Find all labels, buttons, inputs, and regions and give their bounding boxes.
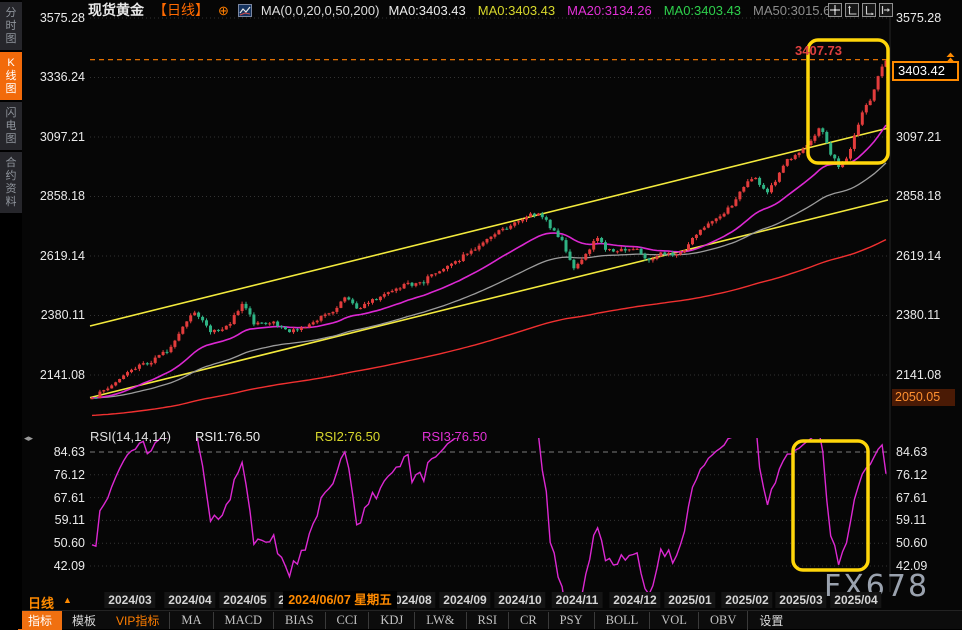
x-axis-label: 2025/04 xyxy=(830,592,881,608)
period-arrow-icon[interactable]: ▲ xyxy=(63,595,72,605)
indicator-button-RSI[interactable]: RSI xyxy=(466,612,508,629)
x-axis-label: 2024/05 xyxy=(219,592,270,608)
price-axis-right: 3575.283336.243097.212858.182619.142380.… xyxy=(896,0,960,629)
ma-readout: MA0:3403.43 xyxy=(664,3,741,18)
ma-readout: MA0:3403.43 xyxy=(478,3,555,18)
y-axis-label: 3575.28 xyxy=(27,11,85,25)
indicator-button-OBV[interactable]: OBV xyxy=(698,612,747,629)
y-axis-label: 67.61 xyxy=(896,491,960,505)
indicator-button-BOLL[interactable]: BOLL xyxy=(594,612,650,629)
x-axis-label: 2025/02 xyxy=(721,592,772,608)
y-axis-label: 2380.11 xyxy=(27,308,85,322)
ma-readout: MA50:3015.6 xyxy=(753,3,830,18)
y-axis-label: 50.60 xyxy=(27,536,85,550)
x-axis-label: 2024/04 xyxy=(164,592,215,608)
add-overlay-icon[interactable]: ⊕ xyxy=(218,4,229,17)
y-axis-label: 59.11 xyxy=(27,513,85,527)
y-axis-label: 3097.21 xyxy=(896,130,960,144)
indicator-buttons: MAMACDBIASCCIKDJLW&RSICRPSYBOLLVOLOBV xyxy=(169,612,747,629)
rsi-title: RSI(14,14,14) xyxy=(90,429,171,444)
period-tag: 【日线】 xyxy=(153,0,209,20)
sidebar-tab-合约资料[interactable]: 合 约 资 料 xyxy=(0,152,22,213)
y-axis-label: 2619.14 xyxy=(896,249,960,263)
y-axis-label: 3336.24 xyxy=(27,70,85,84)
y-axis-label: 2380.11 xyxy=(896,308,960,322)
ma-formula: MA(0,0,20,0,50,200) xyxy=(261,3,380,18)
indicator-button-CCI[interactable]: CCI xyxy=(325,612,369,629)
x-axis-label: 2024/03 xyxy=(104,592,155,608)
indicator-toolbar: 指标模板VIP指标 MAMACDBIASCCIKDJLW&RSICRPSYBOL… xyxy=(0,610,962,629)
scale-x-axis-icon[interactable] xyxy=(862,3,876,17)
crosshair-icon[interactable] xyxy=(828,3,842,17)
y-axis-label: 2619.14 xyxy=(27,249,85,263)
indicator-button-KDJ[interactable]: KDJ xyxy=(368,612,414,629)
x-axis-label: 2024/12 xyxy=(609,592,660,608)
x-axis-label: 2024/10 xyxy=(494,592,545,608)
ma-readout: MA20:3134.26 xyxy=(567,3,652,18)
scale-y-axis-icon[interactable] xyxy=(845,3,859,17)
sidebar-tab-闪电图[interactable]: 闪 电 图 xyxy=(0,102,22,150)
indicator-button-CR[interactable]: CR xyxy=(508,612,548,629)
price-axis-left: 3575.28 3336.24 3097.21 2858.18 2619.14 2380.… xyxy=(27,0,85,629)
sidebar-tab-分时图[interactable]: 分 时 图 xyxy=(0,2,22,50)
indicator-button-MACD[interactable]: MACD xyxy=(213,612,274,629)
y-axis-label: 2141.08 xyxy=(896,368,960,382)
y-axis-label: 59.11 xyxy=(896,513,960,527)
y-axis-label: 76.12 xyxy=(896,468,960,482)
x-axis-label: 2024/09 xyxy=(439,592,490,608)
chart-toolbar xyxy=(828,3,893,17)
rsi-readout: RSI1:76.50 xyxy=(195,429,260,444)
indicator-button-VOL[interactable]: VOL xyxy=(649,612,698,629)
x-axis-label: 2024/11 xyxy=(552,592,603,608)
chart-type-sidebar: 分 时 图K 线 图闪 电 图合 约 资 料 xyxy=(0,0,22,629)
y-axis-label: 50.60 xyxy=(896,536,960,550)
y-axis-label: 76.12 xyxy=(27,468,85,482)
x-axis-label: 2025/03 xyxy=(775,592,826,608)
indicator-button-LW&[interactable]: LW& xyxy=(414,612,465,629)
rsi-readout: RSI2:76.50 xyxy=(315,429,380,444)
rsi-pane-toggle-icon[interactable]: ◂▸ xyxy=(24,433,33,444)
y-axis-label: 42.09 xyxy=(896,559,960,573)
trading-app: 分 时 图K 线 图闪 电 图合 约 资 料 现货黄金 【日线】 ⊕ MA(0,… xyxy=(0,0,962,629)
collapse-panel-icon[interactable] xyxy=(879,3,893,17)
high-price-annotation: 3407.73 xyxy=(795,43,842,58)
y-axis-label: 84.63 xyxy=(27,445,85,459)
x-axis-label: 2025/01 xyxy=(664,592,715,608)
crosshair-date-tooltip: 2024/06/07 星期五 xyxy=(283,591,397,609)
rsi-readout: RSI3:76.50 xyxy=(422,429,487,444)
ma-chart-icon[interactable] xyxy=(238,4,252,17)
footer-tabs: 指标模板VIP指标 xyxy=(18,611,169,630)
y-axis-label: 84.63 xyxy=(896,445,960,459)
ma-readouts: MA0:3403.43 MA0:3403.43 MA20:3134.26 MA0:34… xyxy=(388,3,830,18)
y-axis-label: 3575.28 xyxy=(896,11,960,25)
price-up-arrows-icon xyxy=(944,51,957,69)
y-axis-label: 42.09 xyxy=(27,559,85,573)
symbol-name: 现货黄金 xyxy=(88,0,144,20)
chart-header: 现货黄金 【日线】 ⊕ MA(0,0,20,0,50,200) MA0:3403… xyxy=(88,2,830,18)
settings-button[interactable]: 设置 xyxy=(747,611,794,630)
y-axis-label: 3097.21 xyxy=(27,130,85,144)
footer-tab-VIP指标[interactable]: VIP指标 xyxy=(106,611,169,630)
indicator-button-BIAS[interactable]: BIAS xyxy=(273,612,324,629)
indicator-button-MA[interactable]: MA xyxy=(169,612,212,629)
footer-tab-指标[interactable]: 指标 xyxy=(18,611,62,630)
y-axis-label: 2858.18 xyxy=(896,189,960,203)
y-axis-label: 2141.08 xyxy=(27,368,85,382)
ma-readout: MA0:3403.43 xyxy=(388,3,465,18)
footer-tab-模板[interactable]: 模板 xyxy=(62,611,106,630)
y-axis-label: 2858.18 xyxy=(27,189,85,203)
y-axis-label: 67.61 xyxy=(27,491,85,505)
x-axis-row: 日线 ▲ 2024/032024/042024/052024/062024/07… xyxy=(0,591,962,610)
indicator-button-PSY[interactable]: PSY xyxy=(548,612,594,629)
sidebar-tab-K线图[interactable]: K 线 图 xyxy=(0,52,22,100)
candlestick-chart[interactable] xyxy=(0,0,962,629)
range-low-badge: 2050.05 xyxy=(892,389,955,406)
